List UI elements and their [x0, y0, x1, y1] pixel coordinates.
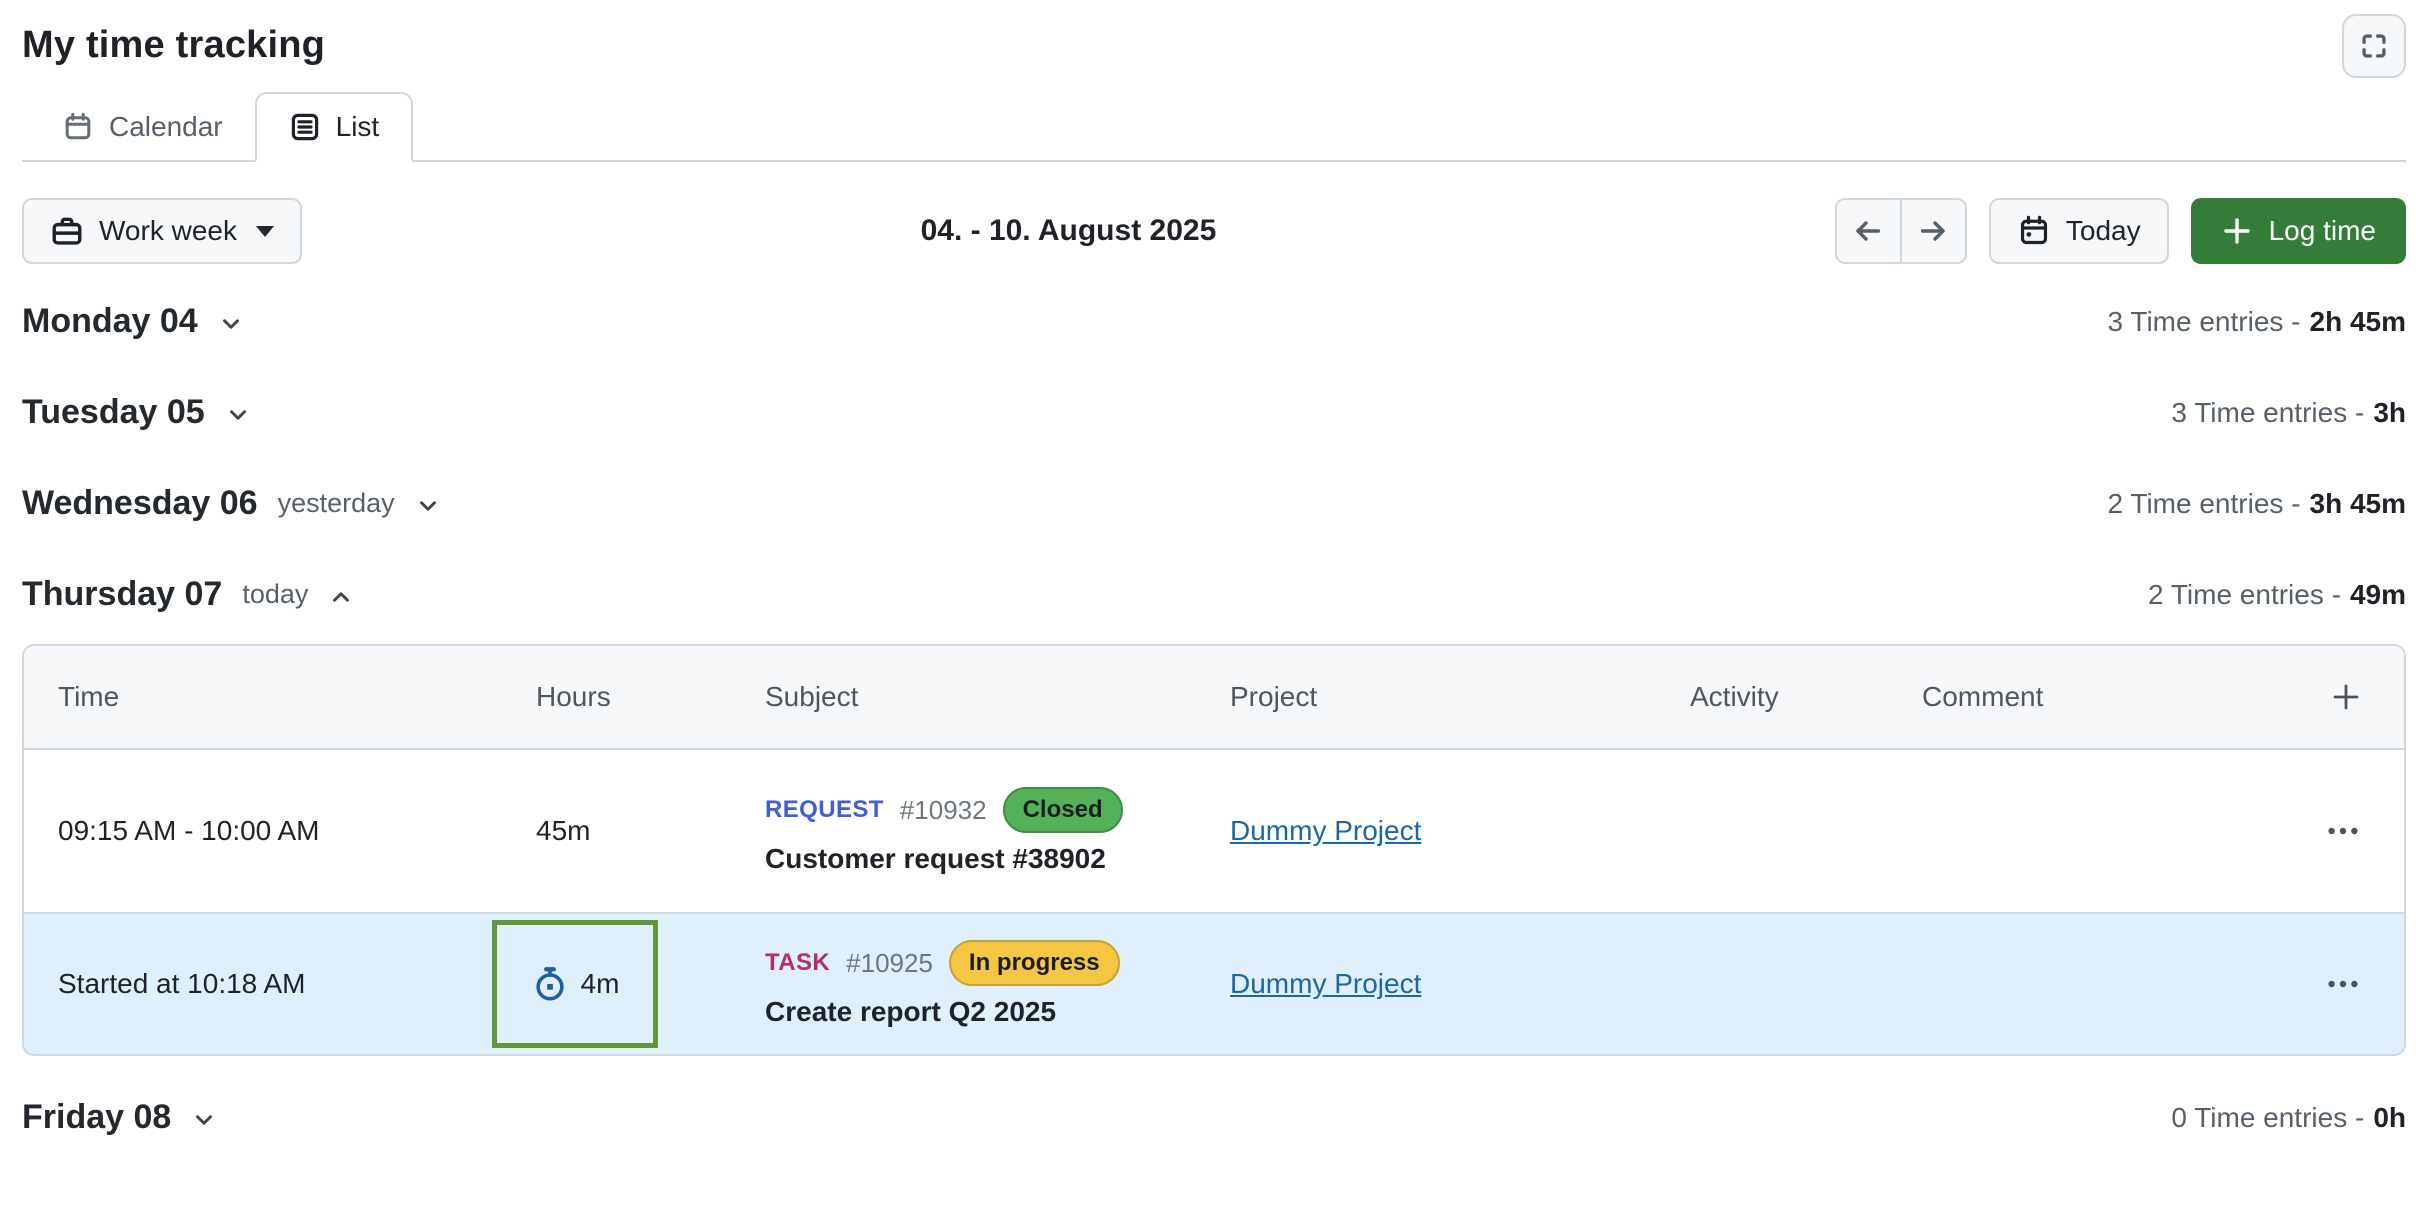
day-name: Friday 08 — [22, 1098, 171, 1137]
day-name: Monday 04 — [22, 302, 198, 341]
page-title: My time tracking — [22, 24, 325, 67]
chevron-up-icon — [328, 584, 354, 610]
day-summary: 3 Time entries -2h 45m — [2108, 306, 2406, 338]
day-toggle-tuesday[interactable]: Tuesday 05 — [22, 393, 251, 432]
tab-calendar-label: Calendar — [109, 111, 223, 143]
status-badge: Closed — [1003, 787, 1123, 832]
time-entry-row: 09:15 AM - 10:00 AM 45m REQUEST #10932 C… — [24, 748, 2404, 912]
column-header-time: Time — [24, 681, 536, 713]
column-header-activity: Activity — [1690, 681, 1922, 713]
next-week-button[interactable] — [1901, 198, 1967, 264]
day-tag: today — [242, 579, 308, 610]
chevron-down-icon — [191, 1107, 217, 1133]
view-mode-dropdown[interactable]: Work week — [22, 198, 302, 264]
project-link[interactable]: Dummy Project — [1230, 968, 1421, 999]
chevron-down-icon — [218, 311, 244, 337]
entry-time: 09:15 AM - 10:00 AM — [24, 815, 536, 847]
view-mode-label: Work week — [99, 215, 237, 247]
entry-project: Dummy Project — [1230, 968, 1690, 1000]
day-section-wednesday: Wednesday 06 yesterday 2 Time entries -3… — [22, 458, 2406, 549]
row-actions-button[interactable] — [2318, 806, 2368, 856]
expand-icon — [2359, 31, 2389, 61]
caret-down-icon — [256, 226, 274, 237]
time-entries-table: Time Hours Subject Project Activity Comm… — [22, 644, 2406, 1056]
entry-subject: REQUEST #10932 Closed Customer request #… — [765, 787, 1230, 874]
previous-week-button[interactable] — [1835, 198, 1901, 264]
stopwatch-icon — [531, 965, 569, 1003]
tab-list-label: List — [336, 111, 380, 143]
day-section-friday: Friday 08 0 Time entries -0h — [22, 1072, 2406, 1163]
column-header-project: Project — [1230, 681, 1690, 713]
log-time-label: Log time — [2269, 215, 2376, 247]
time-entry-row-active: Started at 10:18 AM 4m — [24, 912, 2404, 1054]
day-section-monday: Monday 04 3 Time entries -2h 45m — [22, 276, 2406, 367]
calendar-today-icon — [2017, 214, 2051, 248]
entry-project: Dummy Project — [1230, 815, 1690, 847]
column-header-comment: Comment — [1922, 681, 2312, 713]
calendar-icon — [62, 111, 94, 143]
entry-time: Started at 10:18 AM — [24, 968, 536, 1000]
kebab-icon — [2324, 812, 2362, 850]
chevron-down-icon — [225, 402, 251, 428]
work-package-id: #10925 — [846, 948, 933, 979]
day-summary: 2 Time entries -49m — [2148, 579, 2406, 611]
project-link[interactable]: Dummy Project — [1230, 815, 1421, 846]
day-name: Wednesday 06 — [22, 484, 258, 523]
day-summary: 3 Time entries -3h — [2171, 397, 2406, 429]
date-range: 04. - 10. August 2025 — [302, 214, 1835, 248]
day-summary: 2 Time entries -3h 45m — [2108, 488, 2406, 520]
day-name: Thursday 07 — [22, 575, 222, 614]
column-header-subject: Subject — [765, 681, 1230, 713]
my-time-tracking-page: My time tracking — [0, 0, 2428, 1163]
plus-icon — [2221, 215, 2253, 247]
add-column-button[interactable] — [2324, 675, 2368, 719]
tab-list[interactable]: List — [255, 92, 414, 162]
day-toggle-thursday[interactable]: Thursday 07 today — [22, 575, 354, 614]
list-icon — [289, 111, 321, 143]
status-badge: In progress — [949, 940, 1120, 985]
view-tabs: Calendar List — [22, 92, 2406, 162]
page-header: My time tracking — [22, 14, 2406, 78]
row-actions-button[interactable] — [2318, 959, 2368, 1009]
work-package-link[interactable]: Create report Q2 2025 — [765, 996, 1230, 1028]
today-button[interactable]: Today — [1989, 198, 2169, 264]
day-section-tuesday: Tuesday 05 3 Time entries -3h — [22, 367, 2406, 458]
entry-subject: TASK #10925 In progress Create report Q2… — [765, 940, 1230, 1027]
day-toggle-friday[interactable]: Friday 08 — [22, 1098, 217, 1137]
today-label: Today — [2066, 215, 2141, 247]
column-header-hours: Hours — [536, 681, 765, 713]
toolbar: Work week 04. - 10. August 2025 — [22, 198, 2406, 264]
work-package-type: REQUEST — [765, 796, 884, 824]
day-toggle-wednesday[interactable]: Wednesday 06 yesterday — [22, 484, 441, 523]
week-nav — [1835, 198, 1967, 264]
fullscreen-button[interactable] — [2342, 14, 2406, 78]
work-package-type: TASK — [765, 949, 830, 977]
kebab-icon — [2324, 965, 2362, 1003]
day-section-thursday: Thursday 07 today 2 Time entries -49m Ti… — [22, 549, 2406, 1056]
work-package-link[interactable]: Customer request #38902 — [765, 843, 1230, 875]
day-toggle-monday[interactable]: Monday 04 — [22, 302, 244, 341]
day-name: Tuesday 05 — [22, 393, 205, 432]
day-summary: 0 Time entries -0h — [2171, 1102, 2406, 1134]
log-time-button[interactable]: Log time — [2191, 198, 2406, 264]
arrow-left-icon — [1852, 215, 1884, 247]
tab-calendar[interactable]: Calendar — [30, 94, 255, 160]
annotation-highlight-box: 4m — [492, 920, 658, 1048]
running-duration: 4m — [581, 968, 620, 1000]
table-header-row: Time Hours Subject Project Activity Comm… — [24, 646, 2404, 748]
day-tag: yesterday — [278, 488, 395, 519]
plus-icon — [2330, 681, 2362, 713]
briefcase-icon — [50, 214, 84, 248]
entry-hours: 4m — [536, 920, 765, 1048]
work-package-id: #10932 — [900, 795, 987, 826]
chevron-down-icon — [415, 493, 441, 519]
entry-hours: 45m — [536, 815, 765, 847]
arrow-right-icon — [1917, 215, 1949, 247]
